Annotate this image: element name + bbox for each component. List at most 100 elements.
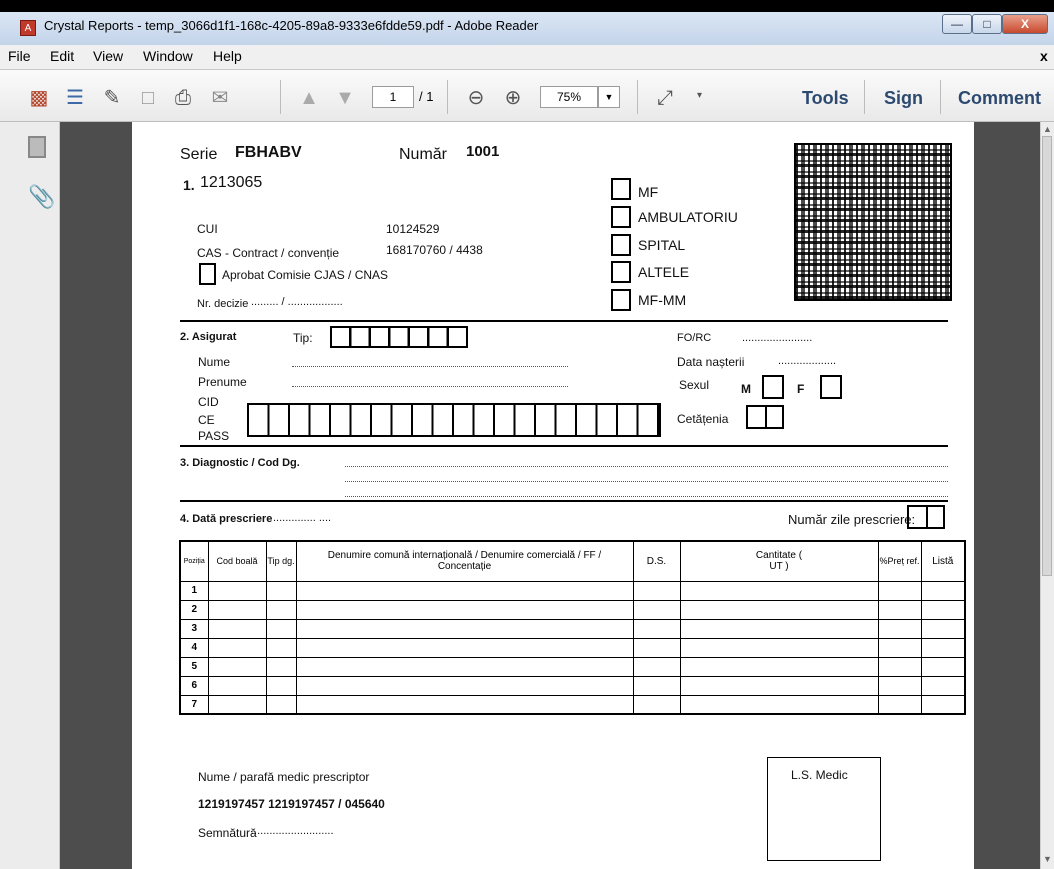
type-spital-checkbox[interactable] [611,234,631,256]
nume-label: Nume [198,355,231,369]
print-icon[interactable]: ⎙ [170,85,196,111]
aprobat-label: Aprobat Comisie CJAS / CNAS [222,268,389,282]
medic-value: 1219197457 1219197457 / 045640 [198,797,385,811]
type-mf-label: MF [638,184,659,200]
edit-icon[interactable]: ✎ [99,85,125,111]
row-number: 1 [179,580,209,601]
menu-view[interactable]: View [93,48,123,64]
type-mf-checkbox[interactable] [611,178,631,200]
email-icon[interactable]: ✉ [207,85,233,111]
col-cantitate: Cantitate ( UT ) [679,540,879,582]
type-ambulatoriu-checkbox[interactable] [611,206,631,228]
zoom-in-icon[interactable]: ⊕ [500,85,526,111]
zoom-out-icon[interactable]: ⊖ [463,85,489,111]
prescription-table: Poziția Cod boală Tip dg. Denumire comun… [179,540,966,715]
divider [180,445,948,447]
row-number: 7 [179,694,209,715]
sex-f-label: F [797,382,805,396]
numar-zile-label: Număr zile prescriere: [788,512,916,527]
numar-value: 1001 [466,143,500,160]
menu-edit[interactable]: Edit [50,48,74,64]
sex-m-label: M [741,382,751,396]
aprobat-checkbox[interactable] [199,263,216,285]
tip-boxes[interactable] [330,326,468,348]
table-row: 6 [179,675,966,696]
menu-window[interactable]: Window [143,48,193,64]
row-number: 5 [179,656,209,677]
scroll-up-icon[interactable]: ▲ [1043,124,1052,134]
cas-label: CAS - Contract / convenție [197,246,340,260]
col-pozitia: Poziția [179,540,209,582]
cetatenia-label: Cetățenia [677,412,729,426]
prenume-dots [292,386,568,387]
cid-label: CID [198,395,219,409]
table-row: 3 [179,618,966,639]
serie-value: FBHABV [235,144,302,161]
zoom-select[interactable]: 75% [540,86,598,108]
more-tools-icon[interactable]: ▾ [697,90,702,101]
previous-page-icon[interactable]: ▲ [296,85,322,111]
cetatenia-boxes[interactable] [746,405,784,429]
semnatura-dots: ........................... [251,825,334,837]
type-altele-label: ALTELE [638,264,690,280]
forc-label: FO/RC [677,332,712,344]
navigation-pane [0,122,60,869]
table-row: 2 [179,599,966,620]
comment-button[interactable]: Comment [958,88,1041,109]
cid-boxes[interactable] [247,403,661,437]
restore-button[interactable]: □ [972,14,1002,34]
data-prescriere-dots: .............. .... [273,512,332,524]
sex-f-checkbox[interactable] [820,375,842,399]
diagnostic-dots-3 [345,496,948,497]
type-altele-checkbox[interactable] [611,261,631,283]
close-button[interactable]: X [1002,14,1048,34]
col-denumire: Denumire comună internațională / Denumir… [295,540,634,582]
toolbar-separator [280,80,281,114]
numar-label: Număr [399,146,448,163]
forc-dots: ....................... [742,332,813,344]
fit-page-icon[interactable]: ⤢ [652,85,678,111]
next-page-icon[interactable]: ▼ [332,85,358,111]
type-ambulatoriu-label: AMBULATORIU [638,209,738,225]
menu-help[interactable]: Help [213,48,242,64]
ce-label: CE [198,413,215,427]
chevron-down-icon[interactable]: ▼ [598,86,620,108]
type-spital-label: SPITAL [638,237,686,253]
open-file-icon[interactable]: ☰ [62,85,88,111]
tools-button[interactable]: Tools [802,88,849,109]
divider [180,320,948,322]
table-row: 1 [179,580,966,601]
data-nasterii-dots: ................... [778,355,837,367]
type-mf-mm-checkbox[interactable] [611,289,631,311]
table-row: 7 [179,694,966,715]
cui-value: 10124529 [386,222,440,236]
attachments-icon[interactable]: 📎 [28,184,55,210]
table-row: 5 [179,656,966,677]
scroll-down-icon[interactable]: ▼ [1043,854,1052,864]
prenume-label: Prenume [198,375,247,389]
section-1-number: 1. [183,177,195,193]
sex-m-checkbox[interactable] [762,375,784,399]
diagnostic-dots-1 [345,466,948,467]
minimize-button[interactable]: — [942,14,972,34]
close-document-icon[interactable]: x [1040,48,1048,64]
row-number: 4 [179,637,209,658]
pages-icon[interactable] [28,136,46,158]
section-1-code: 1213065 [200,174,263,191]
col-ds: D.S. [632,540,681,582]
row-number: 3 [179,618,209,639]
cui-label: CUI [197,222,218,236]
window-title: Crystal Reports - temp_3066d1f1-168c-420… [44,18,539,33]
nr-decizie-label: Nr. decizie [197,298,249,310]
asigurat-label: 2. Asigurat [180,331,237,343]
create-pdf-icon[interactable]: ▩ [26,85,52,111]
menu-file[interactable]: File [8,48,31,64]
page-number-input[interactable]: 1 [372,86,414,108]
scrollbar-thumb[interactable] [1042,136,1052,576]
qr-code [794,143,952,301]
save-icon[interactable]: □ [135,85,161,111]
toolbar-separator [447,80,448,114]
adobe-reader-icon: A [20,20,36,36]
sign-button[interactable]: Sign [884,88,923,109]
numar-zile-boxes[interactable] [907,505,945,529]
